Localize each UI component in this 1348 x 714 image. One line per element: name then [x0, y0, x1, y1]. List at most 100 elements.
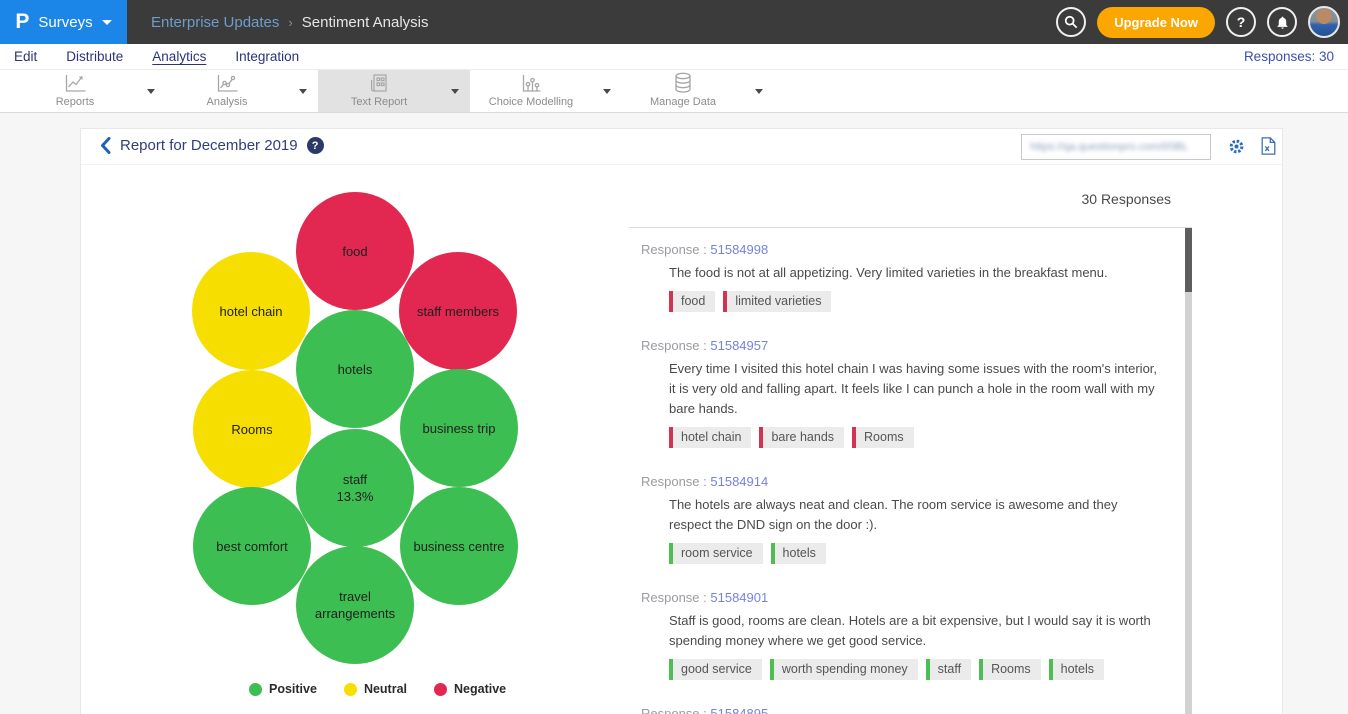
bubble-staff-members[interactable]: staff members [399, 252, 517, 370]
tag-list: food limited varieties [669, 291, 1158, 312]
toolbar-item-manage-data[interactable]: Manage Data [622, 70, 774, 112]
bubble-label: hotels [338, 361, 373, 378]
legend-item-negative: Negative [434, 682, 506, 696]
legend-label: Positive [269, 682, 317, 696]
bubble-label: staff members [417, 303, 499, 320]
legend-dot-icon [249, 683, 262, 696]
survey-nav: Edit Distribute Analytics Integration Respo… [0, 44, 1348, 70]
app-logo[interactable]: P Surveys [0, 0, 127, 44]
sentiment-tag[interactable]: Rooms [979, 659, 1041, 680]
sentiment-tag[interactable]: bare hands [759, 427, 844, 448]
page-title: Report for December 2019 [120, 137, 298, 154]
sentiment-tag[interactable]: good service [669, 659, 762, 680]
chevron-down-icon [147, 89, 155, 94]
bubble-food[interactable]: food [296, 192, 414, 310]
toolbar-item-text-report[interactable]: Text Report [318, 70, 470, 112]
notifications-button[interactable] [1267, 7, 1297, 37]
nav-tab-integration[interactable]: Integration [235, 49, 299, 64]
legend-label: Neutral [364, 682, 407, 696]
response-id-link[interactable]: 51584957 [710, 338, 768, 353]
bubble-label: business trip [423, 420, 496, 437]
sentiment-tag[interactable]: hotels [771, 543, 826, 564]
bubble-chart: foodhotel chain staff members hotels Rooms b… [81, 165, 629, 714]
bubble-rooms[interactable]: Rooms [193, 370, 311, 488]
toolbar-item-choice-modelling[interactable]: Choice Modelling [470, 70, 622, 112]
settings-button[interactable] [1227, 137, 1246, 161]
dropdown-caret-button[interactable] [136, 70, 166, 112]
dropdown-caret-button[interactable] [440, 70, 470, 112]
toolbar-items: Reports Analysis Text Report Choice Modelli… [14, 70, 774, 112]
share-url-input[interactable]: https://qa.questionpro.com/t/0BL [1021, 134, 1211, 160]
response-id-link[interactable]: 51584901 [710, 590, 768, 605]
report-card: Report for December 2019 ? https://qa.qu… [80, 128, 1283, 714]
sentiment-tag[interactable]: hotel chain [669, 427, 751, 448]
sentiment-tag[interactable]: worth spending money [770, 659, 918, 680]
export-excel-button[interactable] [1261, 137, 1276, 160]
database-icon [672, 75, 694, 93]
chevron-down-icon [603, 89, 611, 94]
bubble-business-trip[interactable]: business trip [400, 369, 518, 487]
response-id-link[interactable]: 51584914 [710, 474, 768, 489]
toolbar-item-label: Choice Modelling [489, 96, 573, 108]
toolbar-item-label: Analysis [207, 96, 248, 108]
bubble-value: 13.3% [337, 488, 374, 505]
bubble-staff[interactable]: staff13.3% [296, 429, 414, 547]
sentiment-tag[interactable]: hotels [1049, 659, 1104, 680]
sentiment-tag[interactable]: Rooms [852, 427, 914, 448]
search-button[interactable] [1056, 7, 1086, 37]
response-header: Response : 51584914 [641, 474, 1158, 489]
response-id-link[interactable]: 51584998 [710, 242, 768, 257]
back-button[interactable] [100, 137, 111, 154]
bubble-business-centre[interactable]: business centre [400, 487, 518, 605]
toolbar-item-analysis[interactable]: Analysis [166, 70, 318, 112]
reports-line-chart-icon [63, 75, 88, 93]
dropdown-caret-button[interactable] [592, 70, 622, 112]
report-header: Report for December 2019 ? https://qa.qu… [81, 129, 1282, 165]
analytics-toolbar: Reports Analysis Text Report Choice Modelli… [0, 70, 1348, 113]
response-id-link[interactable]: 51584895 [710, 706, 768, 714]
upgrade-now-button[interactable]: Upgrade Now [1097, 7, 1215, 38]
nav-tab-distribute[interactable]: Distribute [66, 49, 123, 64]
sentiment-tag[interactable]: limited varieties [723, 291, 831, 312]
chevron-down-icon [299, 89, 307, 94]
legend-label: Negative [454, 682, 506, 696]
scrollbar[interactable] [1185, 228, 1192, 714]
bubble-travel-arrangements[interactable]: travel arrangements [296, 546, 414, 664]
response-text: The hotels are always neat and clean. Th… [669, 495, 1158, 535]
chevron-left-icon [100, 137, 111, 154]
nav-tab-edit[interactable]: Edit [14, 49, 37, 64]
bubble-hotels[interactable]: hotels [296, 310, 414, 428]
bubble-label: travel arrangements [304, 588, 406, 622]
nav-tabs: Edit Distribute Analytics Integration [14, 49, 328, 64]
title-help-button[interactable]: ? [307, 137, 324, 154]
sentiment-tag[interactable]: room service [669, 543, 763, 564]
user-avatar[interactable] [1308, 6, 1340, 38]
response-header: Response : 51584901 [641, 590, 1158, 605]
breadcrumb-parent-link[interactable]: Enterprise Updates [151, 14, 279, 31]
product-name: Surveys [38, 14, 92, 31]
legend-dot-icon [434, 683, 447, 696]
bubble-hotel-chain[interactable]: hotel chain [192, 252, 310, 370]
bubble-best-comfort[interactable]: best comfort [193, 487, 311, 605]
bubble-label: best comfort [216, 538, 288, 555]
responses-summary: Responses: 30 [1244, 49, 1334, 64]
tag-list: room service hotels [669, 543, 1158, 564]
dropdown-caret-button[interactable] [288, 70, 318, 112]
toolbar-item-label: Manage Data [650, 96, 716, 108]
breadcrumb: Enterprise Updates › Sentiment Analysis [151, 14, 428, 31]
scrollbar-thumb[interactable] [1185, 228, 1192, 292]
response-header: Response : 51584957 [641, 338, 1158, 353]
bubble-label: Rooms [231, 421, 272, 438]
sentiment-tag[interactable]: food [669, 291, 715, 312]
toolbar-item-reports[interactable]: Reports [14, 70, 166, 112]
legend-item-neutral: Neutral [344, 682, 407, 696]
sentiment-tag[interactable]: staff [926, 659, 971, 680]
nav-tab-analytics[interactable]: Analytics [152, 49, 206, 64]
dropdown-caret-button[interactable] [744, 70, 774, 112]
bell-icon [1275, 15, 1290, 30]
tag-list: good service worth spending money staff Roo… [669, 659, 1158, 680]
response-header: Response : 51584998 [641, 242, 1158, 257]
help-button[interactable]: ? [1226, 7, 1256, 37]
questionpro-logo-icon: P [15, 10, 29, 34]
response-text: Every time I visited this hotel chain I … [669, 359, 1158, 419]
